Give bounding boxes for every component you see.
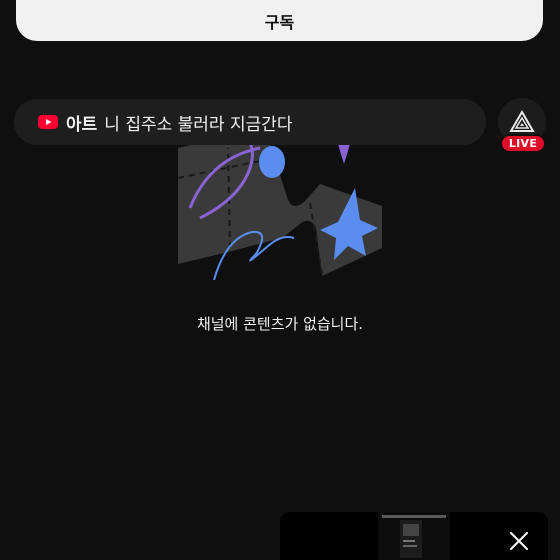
youtube-icon: [38, 115, 58, 129]
video-frame-preview: [378, 512, 450, 560]
live-banner[interactable]: 아트 니 집주소 불러라 지금간다: [14, 99, 486, 145]
banner-channel-name: 아트: [66, 114, 98, 135]
close-icon: [509, 531, 529, 551]
triangle-logo-icon: [509, 110, 535, 132]
mini-player[interactable]: [280, 512, 548, 560]
subscribe-button[interactable]: 구독: [16, 0, 543, 41]
subscribe-label: 구독: [264, 12, 295, 32]
mini-player-thumbnail[interactable]: [378, 512, 450, 560]
empty-channel-message: 채널에 콘텐츠가 없습니다.: [196, 315, 364, 333]
live-badge: LIVE: [500, 134, 546, 153]
close-mini-player-button[interactable]: [506, 528, 532, 554]
banner-live-title: 니 집주소 불러라 지금간다: [104, 114, 293, 135]
